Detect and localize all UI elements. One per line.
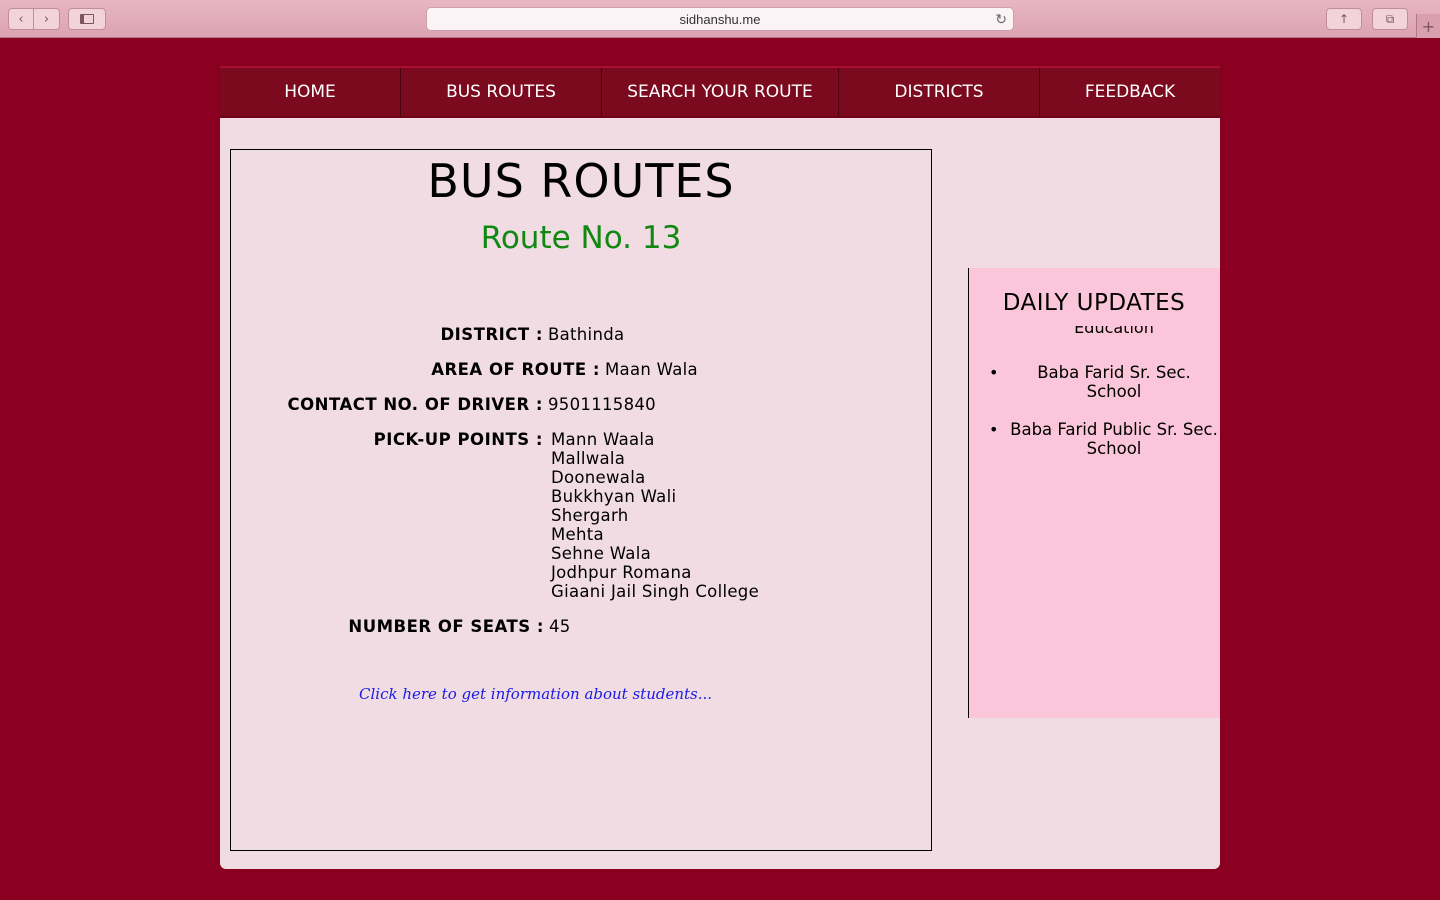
contact-value: 9501115840 [548, 395, 656, 414]
updates-title: DAILY UPDATES [1002, 290, 1186, 316]
sidebar-icon [80, 14, 94, 24]
chevron-right-icon: › [43, 11, 50, 27]
new-tab-button[interactable]: + [1416, 14, 1440, 38]
seats-label: NUMBER OF SEATS : [348, 617, 544, 636]
share-button[interactable]: ↑ [1326, 8, 1362, 30]
list-item: Mehta [551, 525, 604, 544]
tabs-overview-button[interactable]: ⧉ [1372, 8, 1408, 30]
plus-icon: + [1421, 16, 1436, 36]
list-item: Mann Waala [551, 430, 655, 449]
contact-label: CONTACT NO. OF DRIVER : [287, 395, 543, 414]
pickup-list: Mann Waala Mallwala Doonewala Bukkhyan W… [551, 430, 759, 601]
seats-value: 45 [549, 617, 571, 636]
route-number: Route No. 13 [480, 220, 682, 256]
chevron-left-icon: ‹ [18, 11, 24, 27]
district-value: Bathinda [548, 325, 625, 344]
nav-districts[interactable]: DISTRICTS [839, 68, 1040, 116]
nav-feedback[interactable]: FEEDBACK [1040, 68, 1220, 116]
update-item[interactable]: Baba Farid Sr. Sec. School [989, 363, 1219, 401]
back-button[interactable]: ‹ [8, 8, 34, 30]
share-icon: ↑ [1338, 12, 1350, 26]
reload-icon[interactable]: ↻ [995, 11, 1007, 28]
sidebar-toggle-button[interactable] [68, 8, 106, 30]
list-item: Bukkhyan Wali [551, 487, 677, 506]
student-info-link[interactable]: Click here to get information about stud… [359, 685, 712, 703]
daily-updates-panel: DAILY UPDATES Education Baba Farid Sr. S… [968, 268, 1220, 718]
list-item: Giaani Jail Singh College [551, 582, 760, 601]
ticker-text: Education [1074, 326, 1154, 337]
list-item: Mallwala [551, 449, 626, 468]
content-panel: BUS ROUTES Route No. 13 DISTRICT : Bathi… [220, 118, 1220, 869]
nav-search-your-route[interactable]: SEARCH YOUR ROUTE [602, 68, 839, 116]
page-title: BUS ROUTES [427, 154, 735, 208]
list-item: Jodhpur Romana [551, 563, 692, 582]
route-details-box: BUS ROUTES Route No. 13 DISTRICT : Bathi… [230, 149, 932, 851]
update-item[interactable]: Baba Farid Public Sr. Sec. School [989, 420, 1219, 458]
pickup-label: PICK-UP POINTS : [373, 430, 543, 449]
address-bar[interactable]: sidhanshu.me ↻ [426, 7, 1014, 31]
nav-bus-routes[interactable]: BUS ROUTES [401, 68, 602, 116]
updates-ticker: Education [1059, 326, 1169, 338]
nav-home[interactable]: HOME [220, 68, 401, 116]
tabs-icon: ⧉ [1385, 11, 1395, 26]
browser-toolbar: ‹ › sidhanshu.me ↻ ↑ ⧉ + [0, 0, 1440, 38]
updates-list: Baba Farid Sr. Sec. School Baba Farid Pu… [989, 363, 1219, 477]
list-item: Sehne Wala [551, 544, 652, 563]
area-label: AREA OF ROUTE : [431, 360, 600, 379]
forward-button[interactable]: › [34, 8, 60, 30]
district-label: DISTRICT : [440, 325, 543, 344]
url-text: sidhanshu.me [679, 11, 761, 27]
area-value: Maan Wala [605, 360, 698, 379]
history-buttons: ‹ › [8, 8, 60, 30]
list-item: Shergarh [551, 506, 629, 525]
site-nav: HOME BUS ROUTES SEARCH YOUR ROUTE DISTRI… [220, 66, 1220, 116]
list-item: Doonewala [551, 468, 646, 487]
